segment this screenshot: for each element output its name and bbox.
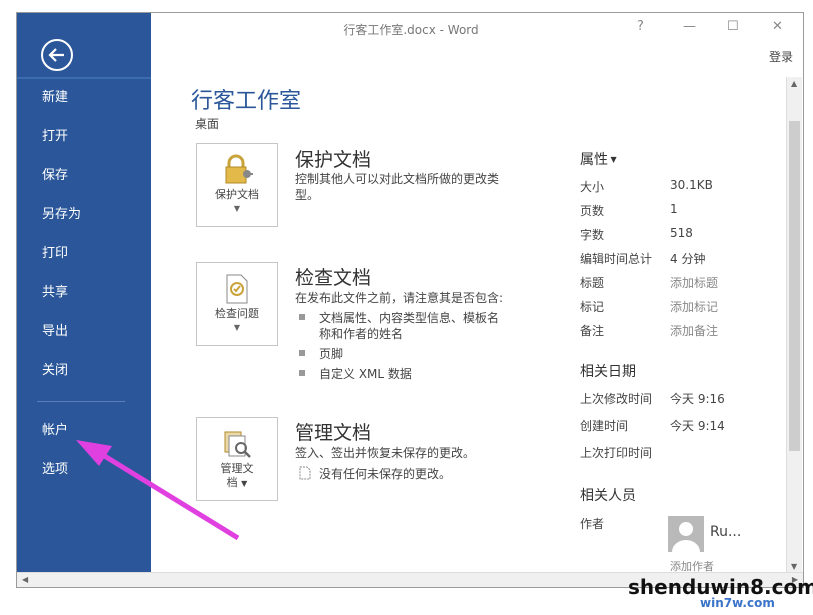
watermark-sub: win7w.com [700,596,775,610]
annotation-arrow-icon [76,440,240,541]
